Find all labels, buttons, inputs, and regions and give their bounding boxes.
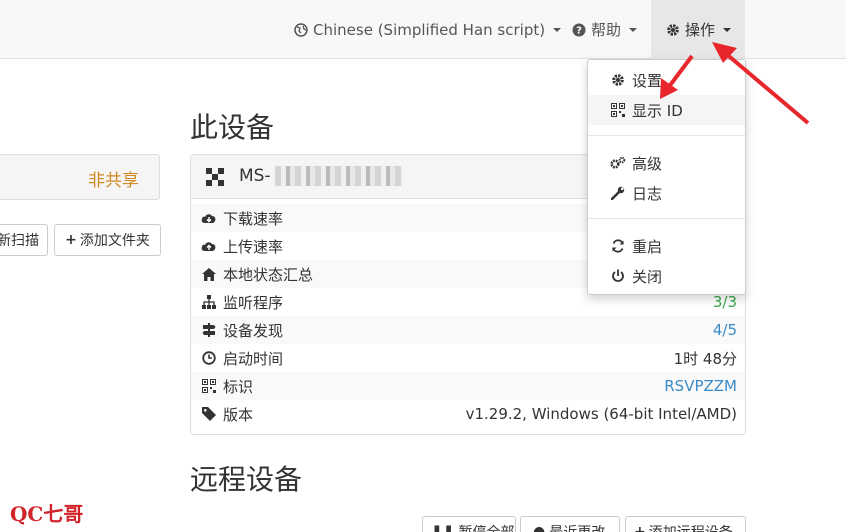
- watermark: QC七哥: [10, 502, 84, 526]
- arrow-to-show-id: [660, 54, 694, 99]
- arrow-to-actions: [712, 42, 810, 125]
- annotation-arrows: [660, 42, 810, 125]
